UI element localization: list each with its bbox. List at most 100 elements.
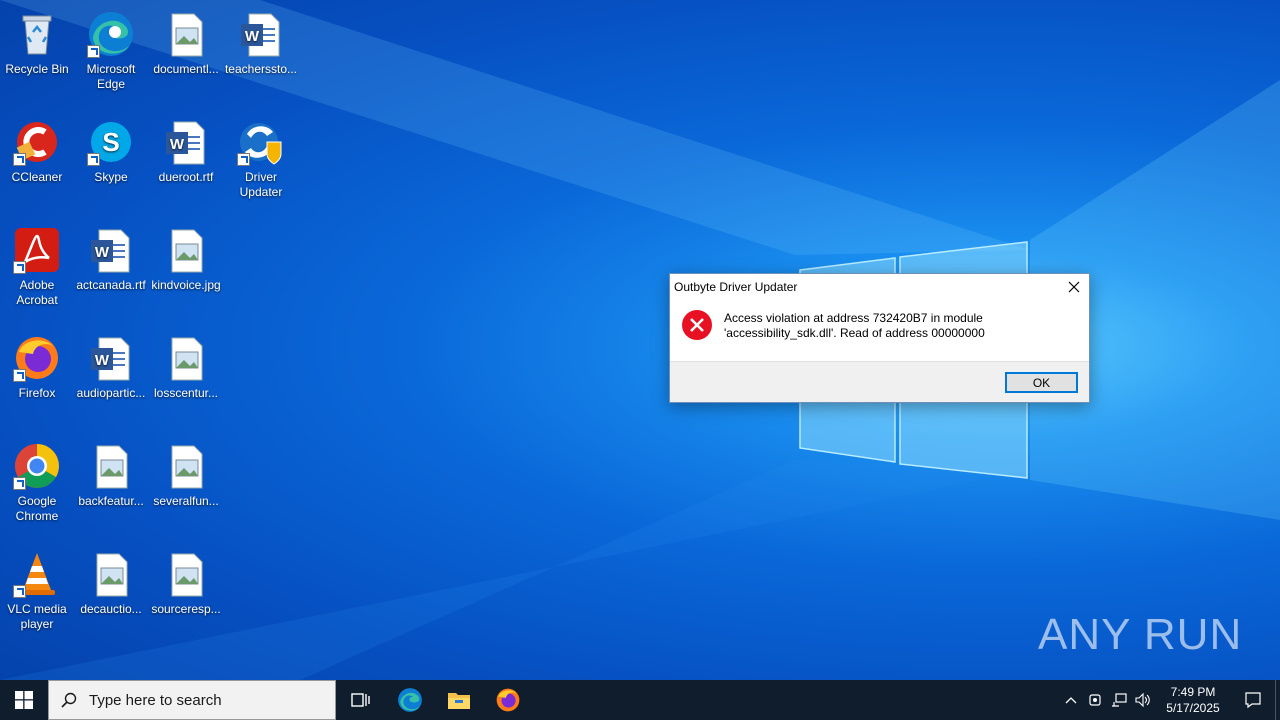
icon-label: Microsoft Edge [86,62,136,91]
taskbar-search-box[interactable]: Type here to search [48,680,336,720]
taskbar-file-explorer-button[interactable] [434,680,483,720]
task-view-icon [350,693,370,707]
error-icon [682,310,712,340]
icon-label: sourceresp... [151,602,221,616]
volume-button[interactable] [1131,680,1155,720]
word-document-icon: W [91,337,130,381]
dialog-message-line: 'accessibility_sdk.dll'. Read of address… [724,326,985,340]
shortcut-arrow-icon [13,369,26,382]
image-file-icon [96,445,128,489]
icon-label: dueroot.rtf [158,170,214,184]
desktop-icon-dueroot[interactable]: W dueroot.rtf [149,112,223,212]
desktop-icon-recycle-bin[interactable]: Recycle Bin [0,4,74,104]
desktop: Recycle Bin CCleaner Adobe Acrobat Firef… [0,0,1280,680]
icon-label: documentl... [153,62,219,76]
dialog-footer: OK [670,361,1089,402]
desktop-icon-severalfun[interactable]: severalfun... [149,436,223,536]
image-file-icon [171,337,203,381]
taskbar: Type here to search 7:49 PM 5/17/2025 [0,680,1280,720]
close-icon [1068,281,1080,293]
icon-label: kindvoice.jpg [151,278,221,292]
dialog-titlebar[interactable]: Outbyte Driver Updater [670,274,1089,300]
icon-label: CCleaner [11,170,63,184]
desktop-icon-microsoft-edge[interactable]: Microsoft Edge [74,4,148,104]
show-hidden-icons-button[interactable] [1059,680,1083,720]
svg-text:W: W [95,244,110,261]
dialog-close-button[interactable] [1059,274,1089,300]
word-document-icon: W [241,13,280,57]
icon-label: severalfun... [153,494,219,508]
icon-label: Adobe Acrobat [16,278,58,307]
shortcut-arrow-icon [13,477,26,490]
taskbar-firefox-button[interactable] [483,680,532,720]
svg-text:S: S [102,127,119,157]
task-view-button[interactable] [336,680,385,720]
desktop-icon-skype[interactable]: S Skype [74,112,148,212]
show-desktop-button[interactable] [1275,680,1280,720]
notification-icon [1245,692,1261,709]
image-file-icon [96,553,128,597]
desktop-icon-teachersstо[interactable]: W teachersstо... [224,4,298,104]
ok-button[interactable]: OK [1005,372,1078,393]
icon-label: backfeatur... [78,494,144,508]
icon-label: losscentur... [153,386,219,400]
search-placeholder: Type here to search [89,691,222,709]
desktop-icon-ccleaner[interactable]: CCleaner [0,112,74,212]
desktop-icon-audiopartic[interactable]: W audiopartic... [74,328,148,428]
network-button[interactable] [1107,680,1131,720]
icon-label: teachersstо... [224,62,298,76]
recycle-bin-icon [22,15,52,55]
taskbar-edge-button[interactable] [385,680,434,720]
icon-label: Google Chrome [15,494,59,523]
desktop-icon-actcanada[interactable]: W actcanada.rtf [74,220,148,320]
desktop-icon-adobe-acrobat[interactable]: Adobe Acrobat [0,220,74,320]
chevron-up-icon [1065,697,1077,704]
shortcut-arrow-icon [13,261,26,274]
dialog-title: Outbyte Driver Updater [674,280,798,294]
image-file-icon [171,229,203,273]
dialog-message: Access violation at address 732420B7 in … [724,311,985,341]
tray-app-icon [1089,694,1101,706]
anyrun-watermark: ANY RUN [1038,610,1242,660]
icon-label: actcanada.rtf [76,278,146,292]
icon-label: Driver Updater [239,170,283,199]
shortcut-arrow-icon [13,585,26,598]
network-icon [1112,693,1127,707]
dialog-message-line: Access violation at address 732420B7 in … [724,311,983,325]
desktop-icon-kindvoice[interactable]: kindvoice.jpg [149,220,223,320]
watermark-text: ANY RUN [1038,610,1243,659]
tray-app-button[interactable] [1083,680,1107,720]
desktop-icon-google-chrome[interactable]: Google Chrome [0,436,74,536]
taskbar-clock[interactable]: 7:49 PM 5/17/2025 [1155,684,1231,716]
image-file-icon [171,13,203,57]
desktop-icon-sourceresp[interactable]: sourceresp... [149,544,223,644]
image-file-icon [171,553,203,597]
shortcut-arrow-icon [13,153,26,166]
system-tray: 7:49 PM 5/17/2025 [1059,680,1280,720]
icon-label: VLC media player [7,602,67,631]
clock-date: 5/17/2025 [1166,701,1220,715]
shortcut-arrow-icon [87,45,100,58]
shortcut-arrow-icon [87,153,100,166]
desktop-icon-vlc[interactable]: VLC media player [0,544,74,644]
desktop-icon-decauctio[interactable]: decauctio... [74,544,148,644]
word-document-icon: W [166,121,205,165]
desktop-icon-losscentur[interactable]: losscentur... [149,328,223,428]
image-file-icon [171,445,203,489]
windows-start-icon [15,691,33,709]
desktop-icon-driver-updater[interactable]: Driver Updater [224,112,298,212]
error-dialog: Outbyte Driver Updater Access violation … [669,273,1090,403]
desktop-icon-backfeatur[interactable]: backfeatur... [74,436,148,536]
start-button[interactable] [0,680,48,720]
desktop-icon-firefox[interactable]: Firefox [0,328,74,428]
file-explorer-icon [447,693,470,709]
icon-label: Skype [94,170,128,184]
firefox-icon [496,688,519,712]
edge-icon [397,688,422,712]
desktop-icon-documentl[interactable]: documentl... [149,4,223,104]
speaker-icon [1135,693,1150,707]
icon-label: audiopartic... [76,386,146,400]
shortcut-arrow-icon [237,153,250,166]
icon-label: Recycle Bin [5,62,69,76]
action-center-button[interactable] [1231,680,1275,720]
